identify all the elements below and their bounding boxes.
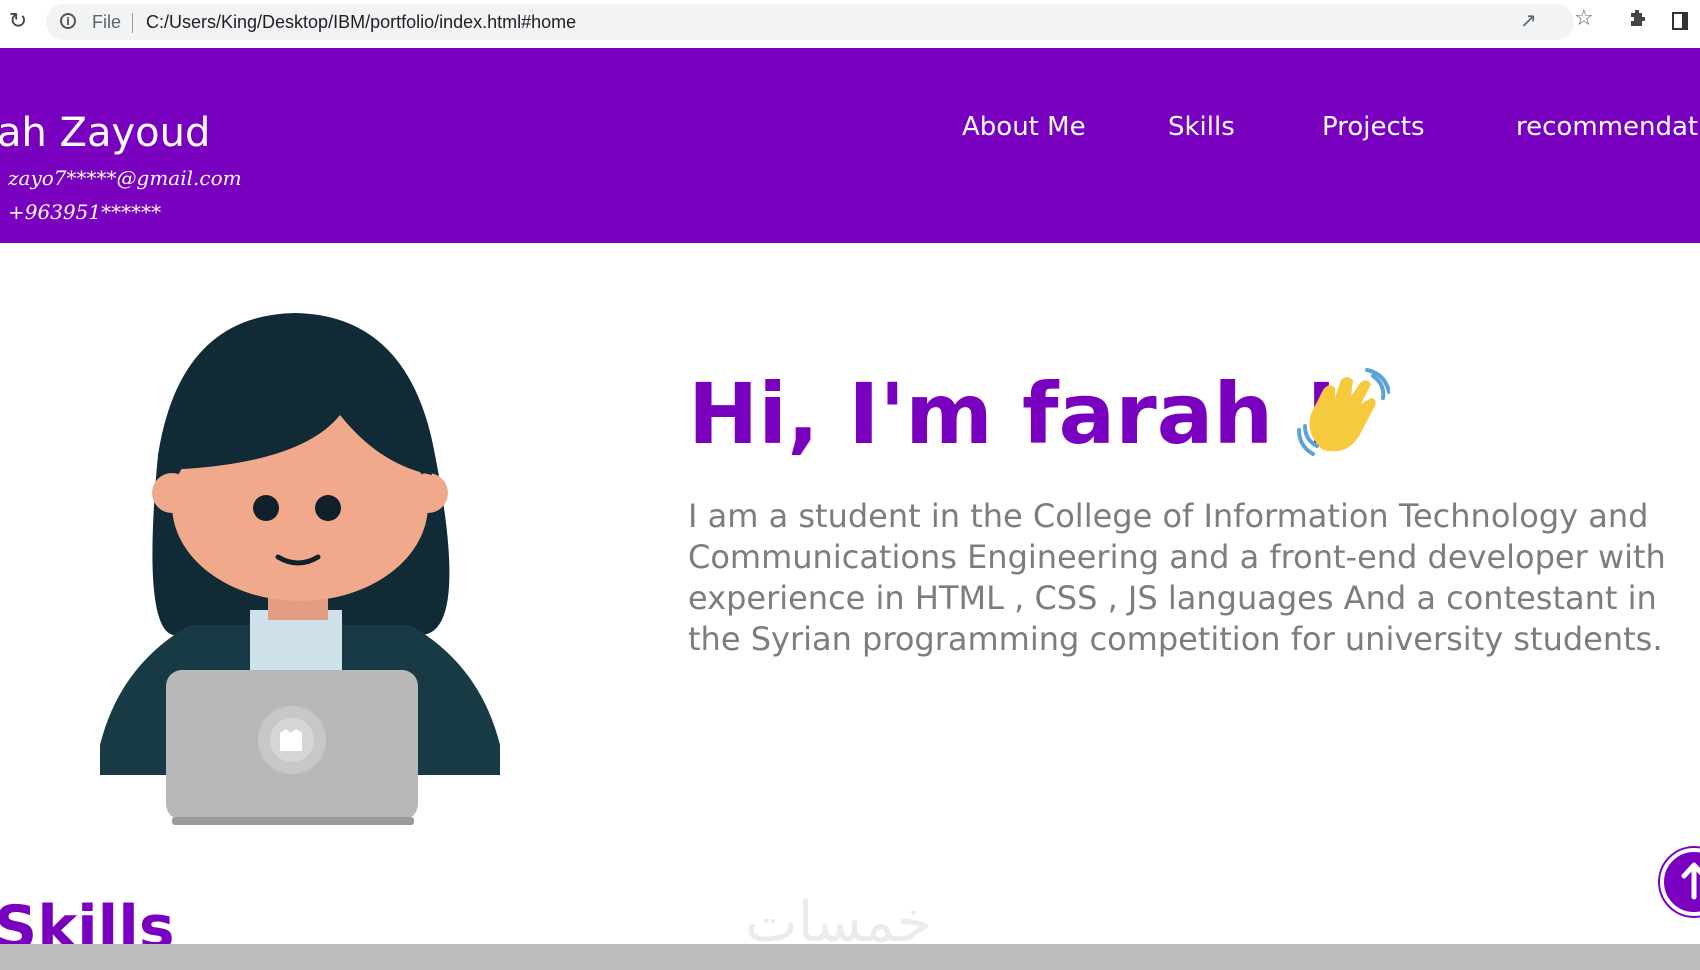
url-scheme-label: File: [92, 12, 122, 32]
info-icon[interactable]: i: [60, 13, 76, 29]
url-text[interactable]: C:/Users/King/Desktop/IBM/portfolio/inde…: [146, 12, 576, 33]
hero-title: Hi, I'm farah !: [688, 365, 1341, 463]
reload-icon[interactable]: ↻: [4, 8, 32, 36]
contact-phone: +963951******: [8, 200, 162, 224]
hero-bio: I am a student in the College of Informa…: [688, 497, 1666, 658]
side-panel-icon[interactable]: [1672, 12, 1688, 30]
nav-about-me[interactable]: About Me: [962, 112, 1086, 142]
nav-recommendations[interactable]: recommendati: [1516, 112, 1700, 142]
share-icon[interactable]: ↗: [1520, 8, 1537, 32]
arrow-up-icon: [1681, 862, 1700, 900]
star-icon[interactable]: ☆: [1574, 6, 1594, 31]
nav-projects[interactable]: Projects: [1322, 112, 1425, 142]
avatar-illustration: [80, 305, 520, 835]
nav-skills[interactable]: Skills: [1168, 112, 1235, 142]
address-separator: [132, 13, 133, 33]
site-owner-name: arah Zayoud: [0, 110, 211, 156]
browser-toolbar: ↻ i File C:/Users/King/Desktop/IBM/portf…: [0, 0, 1700, 49]
site-header: arah Zayoud zayo7*****@gmail.com +963951…: [0, 48, 1700, 243]
waving-hand-icon: [1295, 368, 1391, 463]
contact-email: zayo7*****@gmail.com: [8, 166, 242, 190]
address-bar[interactable]: i File C:/Users/King/Desktop/IBM/portfol…: [46, 4, 1574, 40]
extensions-icon[interactable]: [1628, 8, 1648, 33]
taskbar-strip: [0, 944, 1700, 970]
scroll-to-top-button[interactable]: [1660, 848, 1700, 916]
